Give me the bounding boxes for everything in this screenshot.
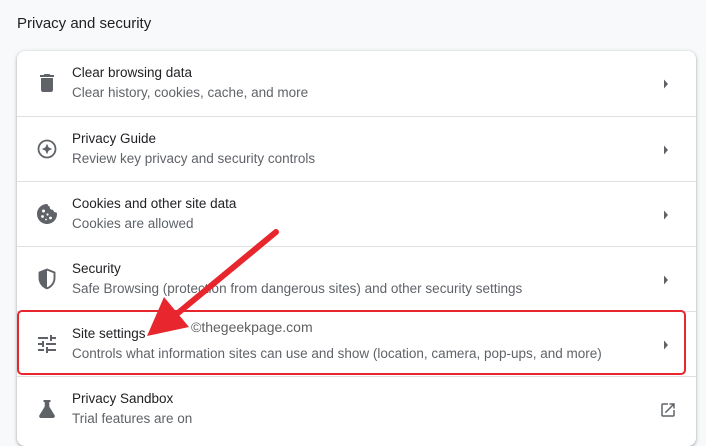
- privacy-security-card: Clear browsing data Clear history, cooki…: [17, 51, 696, 446]
- cookies-row[interactable]: Cookies and other site data Cookies are …: [17, 181, 696, 246]
- privacy-guide-icon: [35, 137, 59, 161]
- security-subtitle: Safe Browsing (protection from dangerous…: [72, 281, 523, 296]
- chevron-right-icon: [662, 273, 670, 285]
- privacy-guide-title: Privacy Guide: [72, 131, 157, 146]
- site-settings-title: Site settings: [72, 326, 146, 341]
- privacy-guide-subtitle: Review key privacy and security controls: [72, 151, 316, 166]
- chevron-right-icon: [662, 338, 670, 350]
- security-title: Security: [72, 261, 121, 276]
- clear-browsing-data-subtitle: Clear history, cookies, cache, and more: [72, 85, 309, 100]
- site-settings-row[interactable]: Site settings Controls what information …: [17, 311, 696, 376]
- privacy-sandbox-title: Privacy Sandbox: [72, 391, 174, 406]
- privacy-sandbox-subtitle: Trial features are on: [72, 411, 193, 426]
- watermark-text: ©thegeekpage.com: [191, 319, 313, 335]
- shield-icon: [35, 267, 59, 291]
- open-in-new-icon: [659, 401, 677, 419]
- privacy-guide-row[interactable]: Privacy Guide Review key privacy and sec…: [17, 116, 696, 181]
- flask-icon: [35, 397, 59, 421]
- site-settings-subtitle: Controls what information sites can use …: [72, 346, 602, 361]
- tune-sliders-icon: [35, 332, 59, 356]
- cookie-icon: [35, 202, 59, 226]
- section-title: Privacy and security: [17, 15, 152, 32]
- privacy-sandbox-row[interactable]: Privacy Sandbox Trial features are on: [17, 376, 696, 441]
- clear-browsing-data-title: Clear browsing data: [72, 65, 193, 80]
- chevron-right-icon: [662, 143, 670, 155]
- chevron-right-icon: [662, 208, 670, 220]
- cookies-subtitle: Cookies are allowed: [72, 216, 194, 231]
- clear-browsing-data-row[interactable]: Clear browsing data Clear history, cooki…: [17, 51, 696, 116]
- chevron-right-icon: [662, 77, 670, 89]
- trash-icon: [35, 71, 59, 95]
- cookies-title: Cookies and other site data: [72, 196, 237, 211]
- security-row[interactable]: Security Safe Browsing (protection from …: [17, 246, 696, 311]
